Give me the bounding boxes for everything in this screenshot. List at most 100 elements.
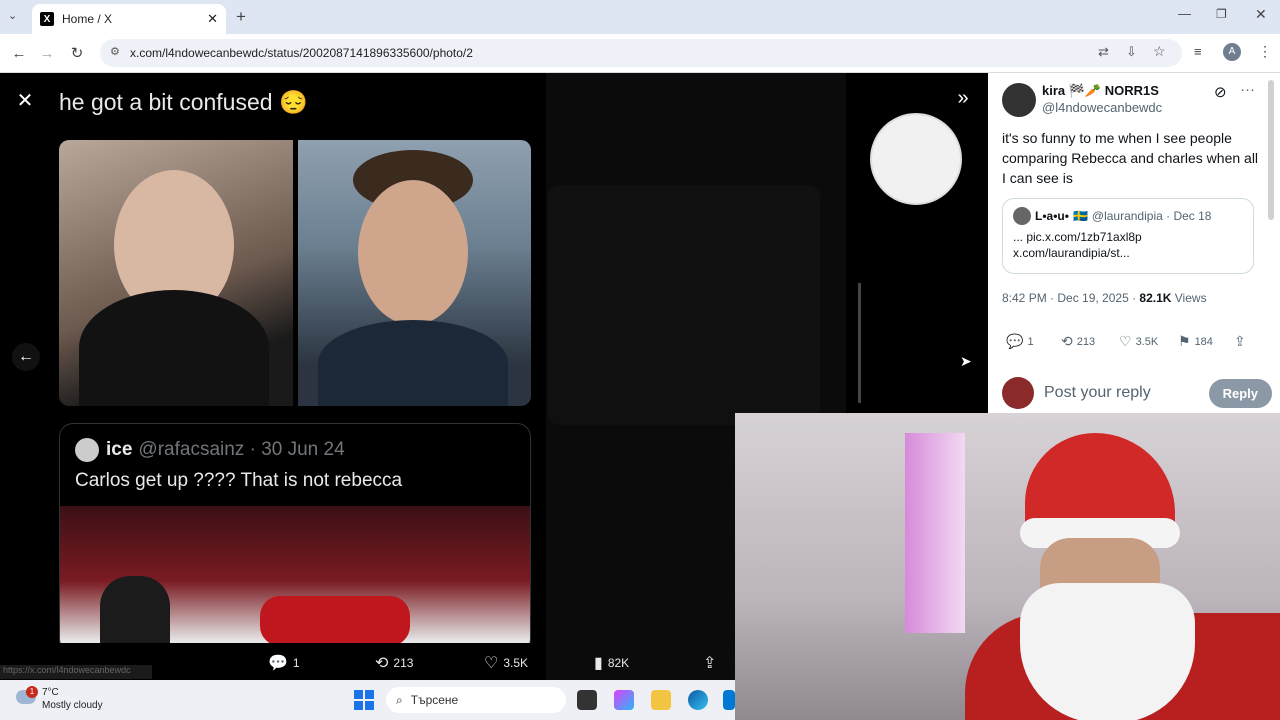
webcam-overlay — [735, 413, 1280, 720]
repost-icon: ⟲ — [1061, 333, 1073, 349]
task-view-icon[interactable] — [577, 690, 597, 710]
santa-beard — [1020, 583, 1195, 720]
views-action[interactable]: ▮ 82K — [594, 645, 629, 680]
reply-submit-button[interactable]: Reply — [1208, 378, 1272, 408]
tweet-like-count: 3.5K — [1135, 335, 1159, 348]
tweet-bookmark-button[interactable]: ⚑ 184 — [1178, 333, 1213, 350]
site-info-icon[interactable]: ⚙ — [110, 45, 120, 58]
grok-icon[interactable]: ⊘ — [1214, 83, 1227, 101]
start-button[interactable] — [354, 690, 374, 710]
quoted-name: L•a•u• — [1035, 209, 1069, 223]
tweet-views-label: Views — [1171, 291, 1207, 305]
close-viewer-icon[interactable]: ✕ — [12, 87, 38, 113]
tweet-share-button[interactable]: ⇪ — [1234, 333, 1250, 350]
mouse-cursor-icon: ➤ — [960, 353, 972, 369]
quote-avatar — [75, 438, 99, 462]
x-logo-icon: X — [40, 12, 54, 26]
new-tab-button[interactable]: + — [236, 7, 246, 27]
copilot-icon[interactable] — [614, 690, 634, 710]
photo-content: he got a bit confused 😔 ice @rafacsainz … — [44, 73, 546, 643]
reply-action[interactable]: 💬 1 — [268, 645, 300, 680]
share-icon: ⇪ — [703, 654, 717, 672]
repost-action[interactable]: ⟲ 213 — [375, 645, 413, 680]
collapse-panel-icon[interactable]: » — [950, 85, 976, 111]
tab-strip: ⌄ X Home / X ✕ + — ❐ ✕ — [0, 0, 1280, 34]
maximize-button[interactable]: ❐ — [1216, 7, 1227, 21]
tab-title: Home / X — [62, 12, 113, 26]
my-avatar — [1002, 377, 1034, 409]
taskbar-search[interactable]: ⌕ Търсене — [386, 687, 566, 713]
search-icon: ⌕ — [396, 692, 403, 707]
profile-avatar[interactable]: A — [1223, 43, 1241, 61]
tweet-bookmark-count: 184 — [1194, 335, 1213, 348]
close-tab-icon[interactable]: ✕ — [207, 11, 218, 27]
quoted-line-1: ... pic.x.com/1zb71axl8p — [1013, 230, 1142, 244]
store-icon[interactable] — [723, 690, 735, 710]
reply-composer: Post your reply Reply — [1002, 375, 1272, 411]
edge-icon[interactable] — [688, 690, 708, 710]
minimize-button[interactable]: — — [1178, 6, 1191, 21]
views-count: 82K — [607, 655, 630, 670]
menu-icon[interactable]: ⋮ — [1258, 43, 1272, 60]
like-action[interactable]: ♡ 3.5K — [484, 645, 528, 680]
background-media — [548, 185, 820, 425]
tweet-like-button[interactable]: ♡ 3.5K — [1119, 333, 1158, 350]
media-icon[interactable]: ≡ — [1194, 44, 1202, 59]
search-placeholder: Търсене — [410, 693, 459, 707]
tweet-detail-panel: kira 🏁🥕 NORR1S @l4ndowecanbewdc ⊘ ··· it… — [988, 73, 1280, 413]
photo-man-portrait — [298, 140, 531, 406]
author-handle[interactable]: @l4ndowecanbewdc — [1042, 100, 1162, 115]
tweet-repost-count: 213 — [1076, 335, 1096, 348]
bookmark-star-icon[interactable]: ☆ — [1153, 43, 1166, 60]
more-options-icon[interactable]: ··· — [1240, 81, 1255, 98]
quoted-handle: @laurandipia · Dec 18 — [1091, 209, 1212, 223]
translate-icon[interactable]: ⇄ — [1098, 44, 1109, 60]
close-window-button[interactable]: ✕ — [1255, 6, 1267, 23]
quote-text: Carlos get up ???? That is not rebecca — [75, 470, 403, 491]
photo-caption: he got a bit confused 😔 — [59, 89, 308, 115]
forward-icon[interactable]: → — [36, 42, 58, 64]
tab-search-icon[interactable]: ⌄ — [8, 9, 17, 22]
repost-icon: ⟲ — [375, 654, 389, 672]
notification-badge: 1 — [26, 686, 38, 698]
like-icon: ♡ — [484, 654, 499, 672]
back-icon[interactable]: ← — [8, 42, 30, 64]
quote-name: ice — [106, 439, 133, 460]
quoted-post-image: ice @rafacsainz · 30 Jun 24 Carlos get u… — [59, 423, 531, 643]
share-action[interactable]: ⇪ — [703, 645, 721, 680]
file-explorer-icon[interactable] — [651, 690, 671, 710]
weather-widget[interactable]: 1 7°C Mostly cloudy — [12, 686, 103, 712]
address-bar[interactable]: ⚙ x.com/l4ndowecanbewdc/status/200208714… — [100, 39, 1182, 67]
tweet-time: 8:42 PM · Dec 19, 2025 · — [1002, 291, 1140, 305]
reply-icon: 💬 — [1006, 333, 1024, 349]
scrollbar[interactable] — [858, 283, 861, 403]
previous-photo-icon[interactable]: ← — [12, 343, 40, 371]
url-text: x.com/l4ndowecanbewdc/status/20020871418… — [130, 46, 473, 60]
author-avatar[interactable] — [1002, 83, 1036, 117]
quote-handle: @rafacsainz · 30 Jun 24 — [138, 439, 345, 460]
bookmark-icon: ⚑ — [1178, 333, 1191, 349]
page-scrollbar[interactable] — [1268, 80, 1274, 220]
reload-icon[interactable]: ↻ — [66, 42, 88, 64]
quoted-tweet[interactable]: L•a•u• 🇸🇪 @laurandipia · Dec 18 ... pic.… — [1002, 198, 1254, 274]
browser-toolbar: ← → ↻ ⚙ x.com/l4ndowecanbewdc/status/200… — [0, 34, 1280, 73]
install-icon[interactable]: ⇩ — [1126, 44, 1137, 60]
windows-taskbar: 1 7°C Mostly cloudy ⌕ Търсене — [0, 680, 735, 720]
reply-count: 1 — [292, 655, 300, 670]
views-icon: ▮ — [594, 654, 603, 672]
status-bar-url: https://x.com/l4ndowecanbewdc — [0, 665, 152, 679]
reply-input[interactable]: Post your reply — [1044, 384, 1209, 402]
tweet-reply-count: 1 — [1027, 335, 1034, 348]
tab-home[interactable]: X Home / X ✕ — [32, 4, 226, 34]
wall-light — [905, 433, 965, 633]
tweet-reply-button[interactable]: 💬 1 — [1006, 333, 1034, 350]
tweet-text: it's so funny to me when I see people co… — [1002, 130, 1259, 186]
tweet-meta: 8:42 PM · Dec 19, 2025 · 82.1K Views — [1002, 291, 1207, 305]
photo-woman-portrait — [59, 140, 293, 406]
tweet-repost-button[interactable]: ⟲ 213 — [1061, 333, 1095, 350]
profile-picture — [870, 113, 962, 205]
like-count: 3.5K — [503, 655, 529, 670]
reply-icon: 💬 — [268, 654, 288, 672]
author-display-name[interactable]: kira 🏁🥕 NORR1S — [1042, 83, 1159, 99]
quoted-flag: 🇸🇪 — [1072, 209, 1088, 223]
